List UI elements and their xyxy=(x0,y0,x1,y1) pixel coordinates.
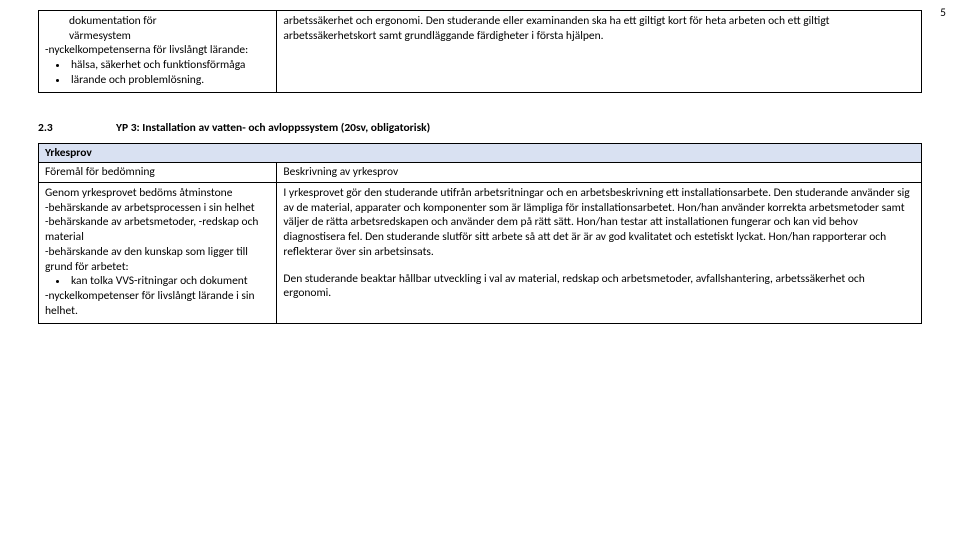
section-number: 2.3 xyxy=(38,121,116,135)
list-item: lärande och problemlösning. xyxy=(69,73,270,88)
list-item: hälsa, säkerhet och funktionsförmåga xyxy=(69,58,270,73)
list-item: kan tolka VVS-ritningar och dokument xyxy=(69,274,270,289)
column-header-right: Beskrivning av yrkesprov xyxy=(277,163,922,183)
bullet-list: kan tolka VVS-ritningar och dokument xyxy=(45,274,270,289)
top-continuation-table: dokumentation för värmesystem -nyckelkom… xyxy=(38,10,922,93)
text: värmesystem xyxy=(69,29,131,43)
page-number: 5 xyxy=(940,6,946,20)
left-body-cell: Genom yrkesprovet bedöms åtminstone -beh… xyxy=(39,183,277,323)
right-body-cell: I yrkesprovet gör den studerande utifrån… xyxy=(277,183,922,323)
text: -nyckelkompetenserna för livslångt läran… xyxy=(45,43,270,58)
bullet-list: hälsa, säkerhet och funktionsförmåga lär… xyxy=(45,58,270,87)
section-heading: 2.3 YP 3: Installation av vatten- och av… xyxy=(38,121,922,135)
section-title: YP 3: Installation av vatten- och avlopp… xyxy=(116,121,430,135)
top-left-cell: dokumentation för värmesystem -nyckelkom… xyxy=(39,11,277,93)
text: Genom yrkesprovet bedöms åtminstone xyxy=(45,186,270,201)
text: dokumentation för xyxy=(69,14,157,28)
top-right-cell: arbetssäkerhet och ergonomi. Den studera… xyxy=(277,11,922,93)
column-header-left: Föremål för bedömning xyxy=(39,163,277,183)
text: -behärskande av arbetsprocessen i sin he… xyxy=(45,201,270,216)
paragraph: I yrkesprovet gör den studerande utifrån… xyxy=(283,186,915,260)
text: arbetssäkerhet och ergonomi. Den studera… xyxy=(283,14,829,43)
text: -behärskande av den kunskap som ligger t… xyxy=(45,245,270,274)
text: -behärskande av arbetsmetoder, -redskap … xyxy=(45,215,270,244)
paragraph: Den studerande beaktar hållbar utvecklin… xyxy=(283,272,915,301)
table-header: Yrkesprov xyxy=(39,143,922,163)
text: -nyckelkompetenser för livslångt lärande… xyxy=(45,289,270,318)
yrkesprov-table: Yrkesprov Föremål för bedömning Beskrivn… xyxy=(38,143,922,324)
